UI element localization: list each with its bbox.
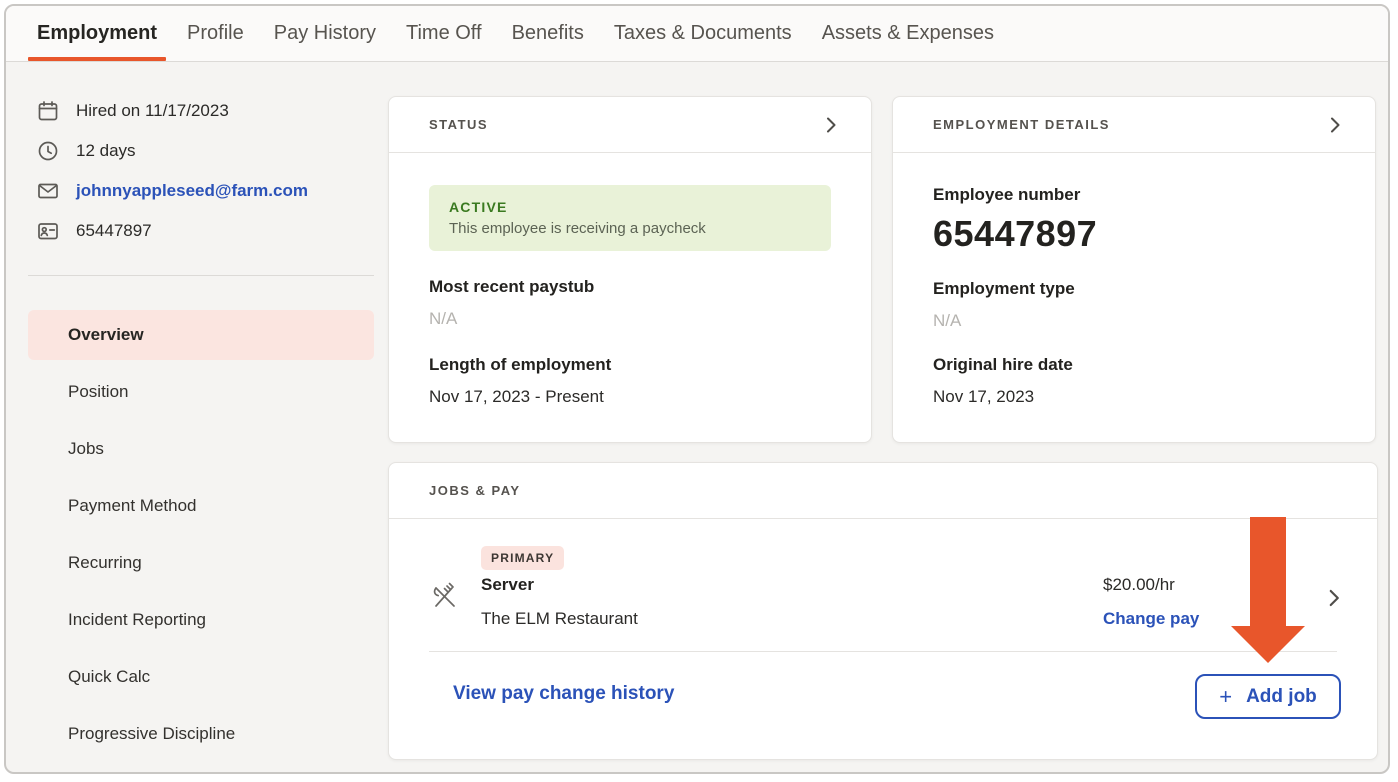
view-pay-change-history-link[interactable]: View pay change history xyxy=(453,683,674,705)
active-status-banner: ACTIVE This employee is receiving a payc… xyxy=(429,185,831,251)
jobs-card-title: JOBS & PAY xyxy=(429,483,521,498)
employee-info-list: Hired on 11/17/2023 12 days johnnyapples… xyxy=(28,91,374,251)
field-label: Most recent paystub xyxy=(429,277,831,297)
menu-label: Recurring xyxy=(68,553,142,573)
chevron-right-icon[interactable] xyxy=(819,113,843,137)
jobs-card-header: JOBS & PAY xyxy=(389,463,1377,519)
details-card-body: Employee number 65447897 Employment type… xyxy=(893,185,1375,407)
job-list: PRIMARY Server The ELM Restaurant $20.00… xyxy=(389,519,1377,759)
jobs-pay-card: JOBS & PAY PRIMARY Server The ELM Restau… xyxy=(388,462,1378,760)
change-pay-link[interactable]: Change pay xyxy=(1103,609,1199,629)
plus-icon: + xyxy=(1219,684,1232,710)
details-card-title: EMPLOYMENT DETAILS xyxy=(933,117,1110,132)
field-label: Employee number xyxy=(933,185,1335,205)
field-label: Original hire date xyxy=(933,355,1335,375)
tab-label: Assets & Expenses xyxy=(822,22,994,45)
job-location: The ELM Restaurant xyxy=(481,609,638,629)
employment-length-field: Length of employment Nov 17, 2023 - Pres… xyxy=(429,355,831,407)
field-value: N/A xyxy=(429,309,831,329)
add-job-button[interactable]: + Add job xyxy=(1195,674,1341,719)
tab-assets-expenses[interactable]: Assets & Expenses xyxy=(807,6,1009,61)
sidebar-item-payment-method[interactable]: Payment Method xyxy=(28,481,374,531)
menu-label: Progressive Discipline xyxy=(68,724,235,744)
add-job-label: Add job xyxy=(1246,686,1317,708)
menu-label: Overview xyxy=(68,325,144,345)
employee-number-field: Employee number 65447897 xyxy=(933,185,1335,255)
chevron-right-icon[interactable] xyxy=(1323,113,1347,137)
details-card-header[interactable]: EMPLOYMENT DETAILS xyxy=(893,97,1375,153)
employee-id-text: 65447897 xyxy=(76,221,152,241)
field-label: Length of employment xyxy=(429,355,831,375)
sidebar-divider xyxy=(28,275,374,276)
employee-id-row: 65447897 xyxy=(28,211,374,251)
email-row: johnnyappleseed@farm.com xyxy=(28,171,374,211)
tab-label: Benefits xyxy=(512,22,584,45)
sidebar-item-position[interactable]: Position xyxy=(28,367,374,417)
employment-details-card: EMPLOYMENT DETAILS Employee number 65447… xyxy=(892,96,1376,443)
clock-icon xyxy=(36,139,60,163)
employee-profile-page: Employment Profile Pay History Time Off … xyxy=(4,4,1390,774)
tenure-text: 12 days xyxy=(76,141,136,161)
active-tab-underline xyxy=(28,57,166,61)
employee-email-link[interactable]: johnnyappleseed@farm.com xyxy=(76,181,308,201)
field-value: Nov 17, 2023 - Present xyxy=(429,387,831,407)
recent-paystub-field: Most recent paystub N/A xyxy=(429,277,831,329)
menu-label: Incident Reporting xyxy=(68,610,206,630)
status-card-title: STATUS xyxy=(429,117,488,132)
sidebar-item-overview[interactable]: Overview xyxy=(28,310,374,360)
tab-time-off[interactable]: Time Off xyxy=(391,6,497,61)
job-title: Server xyxy=(481,575,534,595)
tab-label: Profile xyxy=(187,22,244,45)
status-card: STATUS ACTIVE This employee is receiving… xyxy=(388,96,872,443)
menu-label: Jobs xyxy=(68,439,104,459)
mail-icon xyxy=(36,179,60,203)
employment-type-field: Employment type N/A xyxy=(933,279,1335,331)
field-value: Nov 17, 2023 xyxy=(933,387,1335,407)
tab-profile[interactable]: Profile xyxy=(172,6,259,61)
id-card-icon xyxy=(36,219,60,243)
tab-label: Taxes & Documents xyxy=(614,22,792,45)
sidebar-item-quick-calc[interactable]: Quick Calc xyxy=(28,652,374,702)
field-label: Employment type xyxy=(933,279,1335,299)
utensils-icon xyxy=(429,581,459,611)
tab-employment[interactable]: Employment xyxy=(22,6,172,61)
status-card-body: ACTIVE This employee is receiving a payc… xyxy=(389,185,871,407)
menu-label: Quick Calc xyxy=(68,667,150,687)
menu-label: Position xyxy=(68,382,128,402)
sidebar-item-recurring[interactable]: Recurring xyxy=(28,538,374,588)
field-value: N/A xyxy=(933,311,1335,331)
tab-label: Time Off xyxy=(406,22,482,45)
employee-number-value: 65447897 xyxy=(933,213,1335,255)
hired-date-row: Hired on 11/17/2023 xyxy=(28,91,374,131)
sidebar-item-incident-reporting[interactable]: Incident Reporting xyxy=(28,595,374,645)
hired-date-text: Hired on 11/17/2023 xyxy=(76,101,229,121)
status-card-header[interactable]: STATUS xyxy=(389,97,871,153)
top-tab-bar: Employment Profile Pay History Time Off … xyxy=(6,6,1388,62)
job-row-divider xyxy=(429,651,1337,652)
tab-label: Pay History xyxy=(274,22,376,45)
status-badge-description: This employee is receiving a paycheck xyxy=(449,220,811,237)
sidebar-item-jobs[interactable]: Jobs xyxy=(28,424,374,474)
tab-label: Employment xyxy=(37,22,157,45)
original-hire-date-field: Original hire date Nov 17, 2023 xyxy=(933,355,1335,407)
status-badge: ACTIVE xyxy=(449,199,811,215)
tab-taxes-documents[interactable]: Taxes & Documents xyxy=(599,6,807,61)
tab-benefits[interactable]: Benefits xyxy=(497,6,599,61)
calendar-icon xyxy=(36,99,60,123)
menu-label: Payment Method xyxy=(68,496,197,516)
job-pay-rate: $20.00/hr xyxy=(1103,575,1175,595)
sidebar-item-progressive-discipline[interactable]: Progressive Discipline xyxy=(28,709,374,759)
tenure-row: 12 days xyxy=(28,131,374,171)
tab-pay-history[interactable]: Pay History xyxy=(259,6,391,61)
primary-job-badge: PRIMARY xyxy=(481,546,564,570)
sidebar-menu: Overview Position Jobs Payment Method Re… xyxy=(28,310,374,766)
job-chevron-right-icon[interactable] xyxy=(1321,585,1345,609)
